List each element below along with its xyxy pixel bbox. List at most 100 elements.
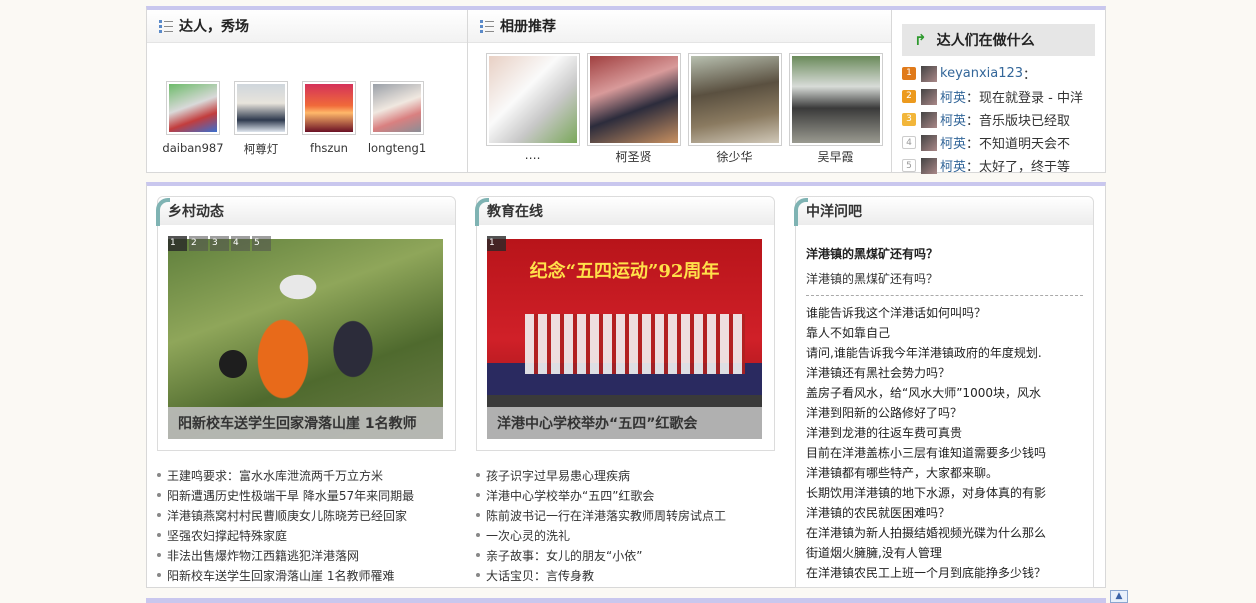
album-item[interactable]: 柯圣贤 <box>583 53 684 165</box>
qa-question-link[interactable]: 洋港镇还有黑社会势力吗？ <box>806 362 1083 382</box>
slide-number-button[interactable]: 1 <box>168 236 187 251</box>
user-avatar[interactable] <box>302 81 356 135</box>
activity-header: ↱ 达人们在做什么 <box>902 24 1095 56</box>
village-news-panel: 乡村动态 1 2 3 4 5 阳新校车送学生回家滑落山崖 1名教师 <box>156 196 456 451</box>
qa-question-link[interactable]: 目前在洋港盖栋小三层有谁知道需要多少钱吗 <box>806 442 1083 462</box>
activity-item[interactable]: 3 柯英 ：音乐版块已经取 <box>902 108 1105 131</box>
news-link[interactable]: 一次心灵的洗礼 <box>476 525 776 545</box>
album-name[interactable]: 吴早霞 <box>785 148 886 165</box>
album-item[interactable]: 吴早霞 <box>785 53 886 165</box>
qa-featured-summary[interactable]: 洋港镇的黑煤矿还有吗？ <box>806 270 1083 296</box>
album-photo[interactable] <box>788 53 883 146</box>
news-link[interactable]: 陈前波书记一行在洋港落实教师周转房试点工 <box>476 505 776 525</box>
qa-question-link[interactable]: 长期饮用洋港镇的地下水源，对身体真的有影 <box>806 482 1083 502</box>
news-link[interactable]: 阳新遭遇历史性极端干旱 降水量57年来同期最 <box>157 485 457 505</box>
activity-item[interactable]: 2 柯英 ：现在就登录 - 中洋 <box>902 85 1105 108</box>
talent-show-title: 达人，秀场 <box>179 19 249 35</box>
activity-text[interactable]: ：音乐版块已经取 <box>966 110 1070 129</box>
activity-title: 达人们在做什么 <box>936 33 1035 49</box>
top-section: 达人，秀场 daiban987 柯尊灯 fhszun longteng1 相册推… <box>146 6 1106 175</box>
album-photo[interactable] <box>485 53 580 146</box>
news-link[interactable]: 王建鸣要求：富水水库泄流两千万立方米 <box>157 465 457 485</box>
mini-avatar[interactable] <box>921 157 937 174</box>
activity-item[interactable]: 1 keyanxia123 ： <box>902 62 1105 85</box>
news-link[interactable]: 洋港镇燕窝村村民曹顺庚女儿陈晓芳已经回家 <box>157 505 457 525</box>
bottom-section: 乡村动态 1 2 3 4 5 阳新校车送学生回家滑落山崖 1名教师 教育在线 1… <box>146 182 1106 588</box>
qa-question-link[interactable]: 洋港镇都有哪些特产，大家都来聊。 <box>806 462 1083 482</box>
album-name[interactable]: 柯圣贤 <box>583 148 684 165</box>
qa-featured-question[interactable]: 洋港镇的黑煤矿还有吗？ <box>806 245 1083 262</box>
slide-caption[interactable]: 洋港中心学校举办“五四”红歌会 <box>487 407 762 439</box>
news-link[interactable]: 亲子故事：女儿的朋友“小依” <box>476 545 776 565</box>
education-panel: 教育在线 1 纪念“五四运动”92周年 洋港中心学校举办“五四”红歌会 <box>475 196 775 451</box>
qa-question-link[interactable]: 在洋港镇为新人拍摄结婚视频光碟为什么那么 <box>806 522 1083 542</box>
back-to-top-icon[interactable]: ▲ <box>1110 590 1128 603</box>
qa-question-link[interactable]: 靠人不如靠自己 <box>806 322 1083 342</box>
rank-badge: 2 <box>902 90 916 103</box>
village-news-list: 王建鸣要求：富水水库泄流两千万立方米 阳新遭遇历史性极端干旱 降水量57年来同期… <box>157 465 457 585</box>
education-slideshow[interactable]: 1 纪念“五四运动”92周年 洋港中心学校举办“五四”红歌会 <box>487 236 762 439</box>
qa-question-link[interactable]: 盖房子看风水，给“风水大师”1000块，风水 <box>806 382 1083 402</box>
qa-question-link[interactable]: 请问,谁能告诉我今年洋港镇政府的年度规划. <box>806 342 1083 362</box>
album-name[interactable]: 徐少华 <box>684 148 785 165</box>
news-link[interactable]: 阳新校车送学生回家滑落山崖 1名教师罹难 <box>157 565 457 585</box>
qa-question-link[interactable]: 洋港到阳新的公路修好了吗？ <box>806 402 1083 422</box>
activity-user-link[interactable]: keyanxia123 <box>940 66 1023 81</box>
user-avatar[interactable] <box>234 81 288 135</box>
album-recommend-title: 相册推荐 <box>500 19 556 35</box>
education-banner: 纪念“五四运动”92周年 <box>529 261 720 282</box>
talent-user[interactable]: longteng1 <box>363 81 431 157</box>
activity-item[interactable]: 5 柯英 ：太好了，终于等 <box>902 154 1105 177</box>
slide-number-button[interactable]: 1 <box>487 236 506 251</box>
news-link[interactable]: 孩子识字过早易患心理疾病 <box>476 465 776 485</box>
mini-avatar[interactable] <box>921 111 937 128</box>
activity-item[interactable]: 4 柯英 ：不知道明天会不 <box>902 131 1105 154</box>
talent-user[interactable]: daiban987 <box>159 81 227 157</box>
user-avatar[interactable] <box>166 81 220 135</box>
user-name[interactable]: daiban987 <box>159 141 227 155</box>
activity-text[interactable]: ： <box>1023 64 1036 83</box>
album-photo[interactable] <box>687 53 782 146</box>
activity-text[interactable]: ：太好了，终于等 <box>966 156 1070 175</box>
user-name[interactable]: 柯尊灯 <box>227 141 295 157</box>
qa-question-link[interactable]: 街道烟火臃臃,没有人管理 <box>806 542 1083 562</box>
slide-number-button[interactable]: 2 <box>189 236 208 251</box>
news-link[interactable]: 大话宝贝：言传身教 <box>476 565 776 585</box>
slide-pager: 1 <box>487 236 508 251</box>
mini-avatar[interactable] <box>921 88 937 105</box>
qa-question-link[interactable]: 在洋港镇农民工上班一个月到底能挣多少钱？ <box>806 562 1083 582</box>
education-news-list: 孩子识字过早易患心理疾病 洋港中心学校举办“五四”红歌会 陈前波书记一行在洋港落… <box>476 465 776 585</box>
album-recommend-header: 相册推荐 <box>468 10 891 43</box>
qa-question-link[interactable]: 洋港镇的农民就医困难吗？ <box>806 502 1083 522</box>
activity-user-link[interactable]: 柯英 <box>940 110 966 129</box>
qa-title: 中洋问吧 <box>806 204 862 220</box>
talent-user[interactable]: fhszun <box>295 81 363 157</box>
qa-question-link[interactable]: 洋港到龙港的往返车费可真贵 <box>806 422 1083 442</box>
album-name[interactable]: …. <box>482 148 583 162</box>
activity-user-link[interactable]: 柯英 <box>940 133 966 152</box>
activity-text[interactable]: ：现在就登录 - 中洋 <box>966 87 1083 106</box>
news-link[interactable]: 非法出售爆炸物江西籍逃犯洋港落网 <box>157 545 457 565</box>
slide-number-button[interactable]: 5 <box>252 236 271 251</box>
album-item[interactable]: 徐少华 <box>684 53 785 165</box>
village-news-header: 乡村动态 <box>156 197 455 226</box>
slide-number-button[interactable]: 3 <box>210 236 229 251</box>
rank-badge: 5 <box>902 159 916 172</box>
mini-avatar[interactable] <box>921 134 937 151</box>
activity-user-link[interactable]: 柯英 <box>940 87 966 106</box>
slide-caption[interactable]: 阳新校车送学生回家滑落山崖 1名教师 <box>168 407 443 439</box>
user-avatar[interactable] <box>370 81 424 135</box>
activity-user-link[interactable]: 柯英 <box>940 156 966 175</box>
village-slideshow[interactable]: 1 2 3 4 5 阳新校车送学生回家滑落山崖 1名教师 <box>168 236 443 439</box>
news-link[interactable]: 坚强农妇撑起特殊家庭 <box>157 525 457 545</box>
activity-text[interactable]: ：不知道明天会不 <box>966 133 1070 152</box>
news-link[interactable]: 洋港中心学校举办“五四”红歌会 <box>476 485 776 505</box>
mini-avatar[interactable] <box>921 65 937 82</box>
slide-number-button[interactable]: 4 <box>231 236 250 251</box>
talent-user[interactable]: 柯尊灯 <box>227 81 295 157</box>
qa-question-link[interactable]: 谁能告诉我这个洋港话如何叫吗？ <box>806 302 1083 322</box>
user-name[interactable]: fhszun <box>295 141 363 155</box>
user-name[interactable]: longteng1 <box>363 141 431 155</box>
album-photo[interactable] <box>586 53 681 146</box>
album-item[interactable]: …. <box>482 53 583 165</box>
